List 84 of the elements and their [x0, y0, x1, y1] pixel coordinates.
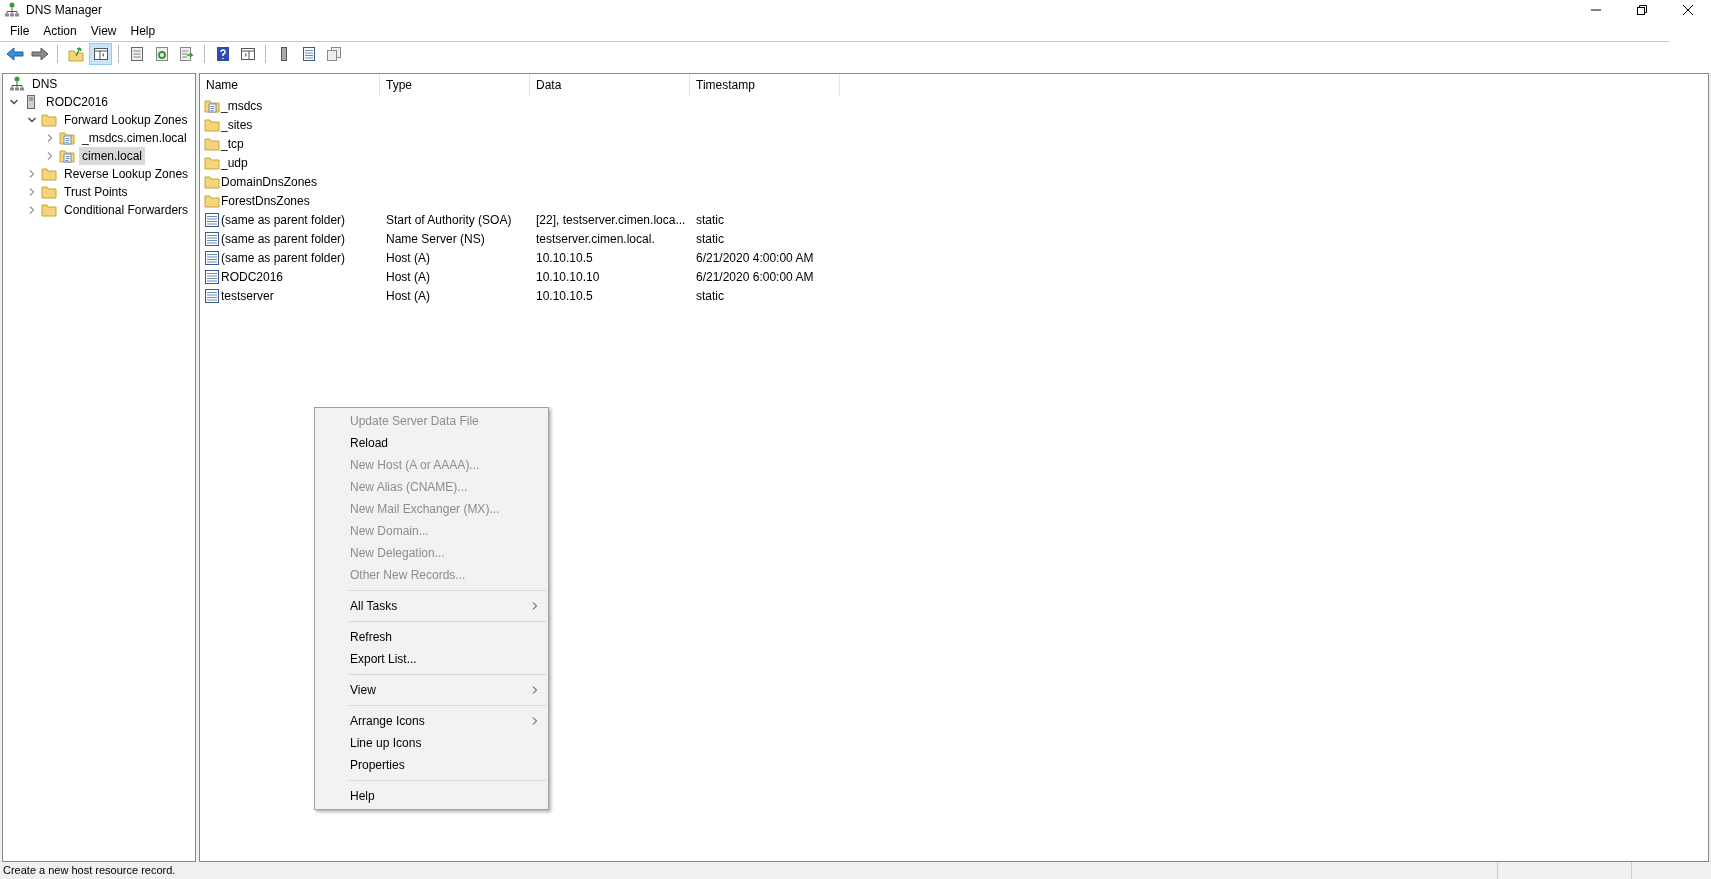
- column-header[interactable]: Data: [530, 74, 690, 96]
- table-cell-text: 6/21/2020 4:00:00 AM: [696, 249, 814, 267]
- folder-icon: [204, 135, 220, 152]
- tree-item[interactable]: Trust Points: [61, 183, 131, 201]
- table-cell-text: static: [696, 230, 724, 248]
- tree-item[interactable]: DNS: [29, 75, 61, 93]
- tree-item[interactable]: _msdcs.cimen.local: [79, 129, 190, 147]
- back-arrow-icon: [5, 46, 24, 62]
- zone-folder-icon: [59, 130, 75, 146]
- table-cell-text: Host (A): [386, 249, 430, 267]
- folder-up-icon: [67, 46, 84, 62]
- toolbar-button[interactable]: [89, 43, 112, 65]
- table-cell-text: 10.10.10.10: [536, 268, 600, 286]
- column-header[interactable]: Name: [200, 74, 380, 96]
- tree-item[interactable]: Conditional Forwarders: [61, 201, 192, 219]
- table-cell-text: Name Server (NS): [386, 230, 485, 248]
- table-cell-text: _udp: [221, 154, 248, 172]
- table-cell-text: testserver.cimen.local.: [536, 230, 655, 248]
- action-pane-icon: [239, 46, 256, 62]
- folder-icon: [204, 173, 220, 190]
- table-cell-text: static: [696, 211, 724, 229]
- table-cell-text: ForestDnsZones: [221, 192, 310, 210]
- tree-item[interactable]: cimen.local: [79, 147, 146, 165]
- folder-icon: [204, 116, 220, 133]
- table-cell-text: 10.10.10.5: [536, 249, 593, 267]
- list-icon: [300, 46, 317, 62]
- network-icon: [9, 76, 25, 92]
- record-icon: [204, 211, 220, 228]
- column-header[interactable]: Timestamp: [690, 74, 840, 96]
- table-cell-text: 10.10.10.5: [536, 287, 593, 305]
- copy-icon: [325, 46, 342, 62]
- window-title: DNS Manager: [26, 2, 103, 19]
- record-icon: [204, 287, 220, 304]
- status-text: Create a new host resource record.: [2, 863, 177, 879]
- context-menu-item[interactable]: View: [315, 679, 548, 701]
- folder-icon: [41, 112, 57, 128]
- table-cell-text: DomainDnsZones: [221, 173, 318, 191]
- zone-folder-icon: [204, 97, 220, 114]
- menu-item[interactable]: View: [83, 21, 124, 40]
- context-menu-item[interactable]: Properties: [315, 754, 548, 776]
- forward-arrow-icon: [30, 46, 49, 62]
- table-cell-text: 6/21/2020 6:00:00 AM: [696, 268, 814, 286]
- context-menu-item[interactable]: Line up Icons: [315, 732, 548, 754]
- table-cell-text: static: [696, 287, 724, 305]
- table-cell-text: Host (A): [386, 287, 430, 305]
- export-list-icon: [178, 46, 195, 62]
- table-cell-text: RODC2016: [221, 268, 284, 286]
- menu-item[interactable]: Action: [36, 21, 84, 40]
- menu-item[interactable]: Help: [123, 21, 163, 40]
- folder-icon: [41, 202, 57, 218]
- table-cell-text: Host (A): [386, 268, 430, 286]
- folder-icon: [204, 192, 220, 209]
- folder-icon: [41, 184, 57, 200]
- properties-icon: [128, 46, 145, 62]
- context-menu-item[interactable]: Export List...: [315, 648, 548, 670]
- zone-folder-icon: [59, 148, 75, 164]
- context-menu-item[interactable]: All Tasks: [315, 595, 548, 617]
- tree-item[interactable]: Forward Lookup Zones: [61, 111, 191, 129]
- context-menu-item[interactable]: Reload: [315, 432, 548, 454]
- table-cell-text: testserver: [221, 287, 274, 305]
- column-header[interactable]: Type: [380, 74, 530, 96]
- table-cell-text: (same as parent folder): [221, 211, 346, 229]
- menu-item[interactable]: File: [3, 21, 37, 40]
- table-cell-text: _msdcs: [221, 97, 263, 115]
- folder-icon: [204, 154, 220, 171]
- table-cell-text: Start of Authority (SOA): [386, 211, 512, 229]
- context-menu-item[interactable]: Arrange Icons: [315, 710, 548, 732]
- table-cell-text: [22], testserver.cimen.loca...: [536, 211, 686, 229]
- record-icon: [204, 230, 220, 247]
- tree-item[interactable]: Reverse Lookup Zones: [61, 165, 192, 183]
- network-icon: [4, 2, 20, 18]
- table-cell-text: _sites: [221, 116, 253, 134]
- refresh-icon: [153, 46, 170, 62]
- tree-item[interactable]: RODC2016: [43, 93, 112, 111]
- table-cell-text: (same as parent folder): [221, 249, 346, 267]
- record-icon: [204, 268, 220, 285]
- folder-icon: [41, 166, 57, 182]
- record-icon: [204, 249, 220, 266]
- pane-icon: [92, 46, 109, 62]
- help-icon: [214, 46, 231, 62]
- context-menu-item[interactable]: Help: [315, 785, 548, 807]
- table-cell-text: _tcp: [221, 135, 244, 153]
- context-menu-item[interactable]: Refresh: [315, 626, 548, 648]
- table-cell-text: (same as parent folder): [221, 230, 346, 248]
